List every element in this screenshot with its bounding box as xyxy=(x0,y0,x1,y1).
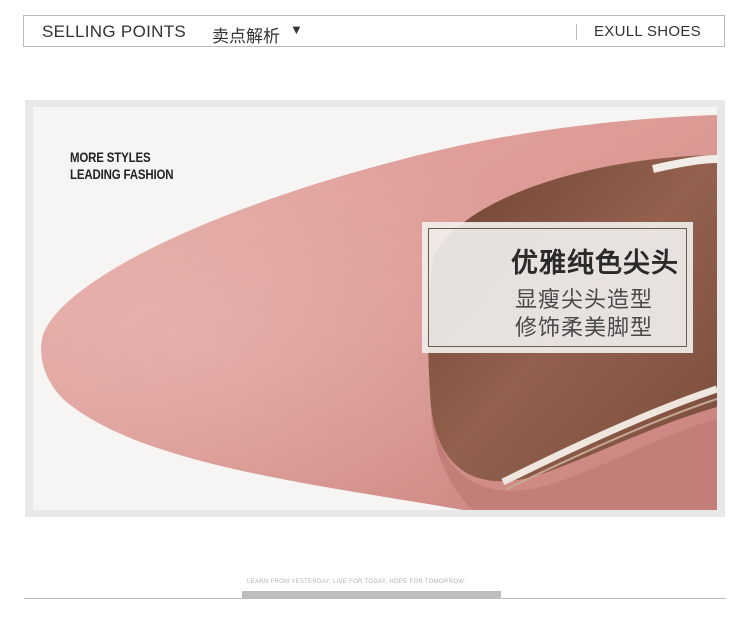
footer-divider xyxy=(24,598,726,599)
dropdown-arrow-icon: ▼ xyxy=(290,22,303,37)
brand-name: EXULL SHOES xyxy=(594,23,701,40)
product-photo: MORE STYLES LEADING FASHION 优雅纯色尖头 显瘦尖头造… xyxy=(33,107,717,510)
footer-tagline: LEARN FROM YESTERDAY, LIVE FOR TODAY, HO… xyxy=(247,579,466,585)
slogan: MORE STYLES LEADING FASHION xyxy=(70,149,174,183)
header-divider xyxy=(576,24,577,40)
callout-line: 修饰柔美脚型 xyxy=(514,315,653,340)
section-header: SELLING POINTS 卖点解析 ▼ EXULL SHOES xyxy=(23,15,725,47)
section-title-cn: 卖点解析 xyxy=(212,27,280,46)
footer-accent-bar xyxy=(242,591,501,598)
slogan-line: MORE STYLES xyxy=(70,149,151,165)
callout-title: 优雅纯色尖头 xyxy=(511,248,679,278)
feature-callout: 优雅纯色尖头 显瘦尖头造型 修饰柔美脚型 xyxy=(422,222,693,353)
section-title: SELLING POINTS xyxy=(42,22,187,41)
slogan-line: LEADING FASHION xyxy=(70,166,174,182)
product-photo-frame: MORE STYLES LEADING FASHION 优雅纯色尖头 显瘦尖头造… xyxy=(25,100,725,517)
